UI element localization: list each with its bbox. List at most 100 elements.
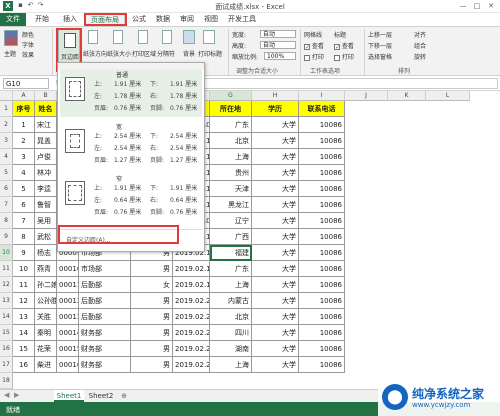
cell-seq[interactable]: 8 (13, 229, 35, 245)
cell-phone[interactable]: 10086 (299, 245, 345, 261)
header-phone[interactable]: 联系电话 (299, 101, 345, 117)
cell-join-time[interactable]: 2019.02.20 (173, 293, 210, 309)
cell-location[interactable]: 辽宁 (210, 213, 252, 229)
row-header-3[interactable]: 3 (0, 133, 13, 149)
bring-forward-button[interactable]: 上移一层 (368, 30, 392, 39)
cell-join-time[interactable]: 2019.02.19 (173, 277, 210, 293)
cell-phone[interactable]: 10086 (299, 325, 345, 341)
cell-seq[interactable]: 7 (13, 213, 35, 229)
background-label[interactable]: 背景 (183, 49, 195, 58)
fonts-button[interactable]: 字体 (22, 40, 34, 49)
cell-location[interactable]: 内蒙古 (210, 293, 252, 309)
cell-phone[interactable]: 10086 (299, 277, 345, 293)
row-header-12[interactable]: 12 (0, 277, 13, 293)
row-header-11[interactable]: 11 (0, 261, 13, 277)
select-all-corner[interactable] (0, 91, 13, 101)
size-label[interactable]: 纸张大小 (107, 49, 131, 58)
margin-option-normal[interactable]: 普通 上: 1.91 厘米 下: 1.91 厘米 左: 1.78 厘米 右: 1… (60, 69, 202, 117)
cell-gender[interactable]: 男 (131, 325, 173, 341)
cell-phone[interactable]: 10086 (299, 357, 345, 373)
cell-dept[interactable]: 后勤部 (79, 293, 131, 309)
tab-formulas[interactable]: 公式 (128, 13, 150, 26)
header-seq[interactable]: 序号 (13, 101, 35, 117)
column-header-a[interactable]: A (13, 91, 35, 101)
cell-phone[interactable]: 10086 (299, 117, 345, 133)
cell-location[interactable]: 四川 (210, 325, 252, 341)
cell-location[interactable]: 天津 (210, 181, 252, 197)
cell-join-time[interactable]: 2019.02.24 (173, 357, 210, 373)
cell-education[interactable]: 大学 (252, 229, 299, 245)
background-icon[interactable] (183, 30, 195, 44)
cell-phone[interactable]: 10086 (299, 341, 345, 357)
size-icon[interactable] (113, 30, 123, 44)
cell-location[interactable]: 广东 (210, 261, 252, 277)
width-select[interactable]: 自动 (260, 30, 296, 38)
tab-view[interactable]: 视图 (200, 13, 222, 26)
cell-location[interactable]: 黑龙江 (210, 197, 252, 213)
cell-education[interactable]: 大学 (252, 181, 299, 197)
cell-name[interactable]: 林冲 (35, 165, 57, 181)
cell-phone[interactable]: 10086 (299, 229, 345, 245)
cell-id[interactable]: 00012 (57, 293, 79, 309)
row-header-5[interactable]: 5 (0, 165, 13, 181)
cell-education[interactable]: 大学 (252, 325, 299, 341)
row-header-17[interactable]: 17 (0, 357, 13, 373)
themes-label[interactable]: 主题 (4, 49, 16, 58)
cell-dept[interactable]: 后勤部 (79, 309, 131, 325)
orientation-label[interactable]: 纸张方向 (83, 49, 107, 58)
cell-phone[interactable]: 10086 (299, 213, 345, 229)
rotate-button[interactable]: 旋转 (414, 52, 426, 61)
column-header-j[interactable]: J (345, 91, 388, 101)
gridlines-view-checkbox[interactable]: 查看 (304, 41, 324, 50)
cell-education[interactable]: 大学 (252, 357, 299, 373)
cell-location[interactable]: 贵州 (210, 165, 252, 181)
print-titles-label[interactable]: 打印标题 (198, 49, 222, 58)
cell-phone[interactable]: 10086 (299, 181, 345, 197)
cell-id[interactable]: 00011 (57, 277, 79, 293)
cell-name[interactable]: 秦明 (35, 325, 57, 341)
send-backward-button[interactable]: 下移一层 (368, 41, 392, 50)
breaks-label[interactable]: 分隔符 (157, 49, 175, 58)
colors-button[interactable]: 颜色 (22, 30, 34, 39)
selection-pane-button[interactable]: 选择窗格 (368, 52, 392, 61)
tab-home[interactable]: 开始 (30, 13, 54, 26)
headings-view-checkbox[interactable]: 查看 (334, 41, 354, 50)
scroll-right-icon[interactable]: ▶ (14, 391, 19, 399)
cell-education[interactable]: 大学 (252, 213, 299, 229)
row-header-8[interactable]: 8 (0, 213, 13, 229)
cell-name[interactable]: 李逵 (35, 181, 57, 197)
row-header-2[interactable]: 2 (0, 117, 13, 133)
print-area-label[interactable]: 打印区域 (132, 49, 156, 58)
column-header-g[interactable]: G (210, 91, 252, 101)
cell-seq[interactable]: 10 (13, 261, 35, 277)
cell-seq[interactable]: 11 (13, 277, 35, 293)
cell-phone[interactable]: 10086 (299, 197, 345, 213)
print-area-icon[interactable] (138, 30, 148, 44)
cell-education[interactable]: 大学 (252, 117, 299, 133)
row-header-15[interactable]: 15 (0, 325, 13, 341)
cell-gender[interactable]: 男 (131, 309, 173, 325)
print-titles-icon[interactable] (203, 30, 215, 44)
tab-review[interactable]: 审阅 (176, 13, 198, 26)
group-button[interactable]: 组合 (414, 41, 426, 50)
tab-file[interactable]: 文件 (0, 13, 26, 26)
add-sheet-icon[interactable]: ⊕ (118, 390, 130, 402)
cell-seq[interactable]: 3 (13, 149, 35, 165)
cell-dept[interactable]: 后勤部 (79, 277, 131, 293)
cell-join-time[interactable]: 2019.02.18 (173, 261, 210, 277)
cell-phone[interactable]: 10086 (299, 165, 345, 181)
minimize-button[interactable]: — (456, 1, 470, 11)
scale-input[interactable]: 100% (264, 52, 296, 60)
cell-id[interactable]: 00013 (57, 309, 79, 325)
tab-developer[interactable]: 开发工具 (225, 13, 259, 26)
cell-seq[interactable]: 9 (13, 245, 35, 261)
cell-name[interactable]: 吴用 (35, 213, 57, 229)
cell-seq[interactable]: 12 (13, 293, 35, 309)
scroll-left-icon[interactable]: ◀ (4, 391, 9, 399)
cell-join-time[interactable]: 2019.02.22 (173, 325, 210, 341)
cell-id[interactable]: 00010 (57, 261, 79, 277)
cell-education[interactable]: 大学 (252, 293, 299, 309)
cell-name[interactable]: 关胜 (35, 309, 57, 325)
cell-location[interactable]: 上海 (210, 357, 252, 373)
cell-education[interactable]: 大学 (252, 309, 299, 325)
